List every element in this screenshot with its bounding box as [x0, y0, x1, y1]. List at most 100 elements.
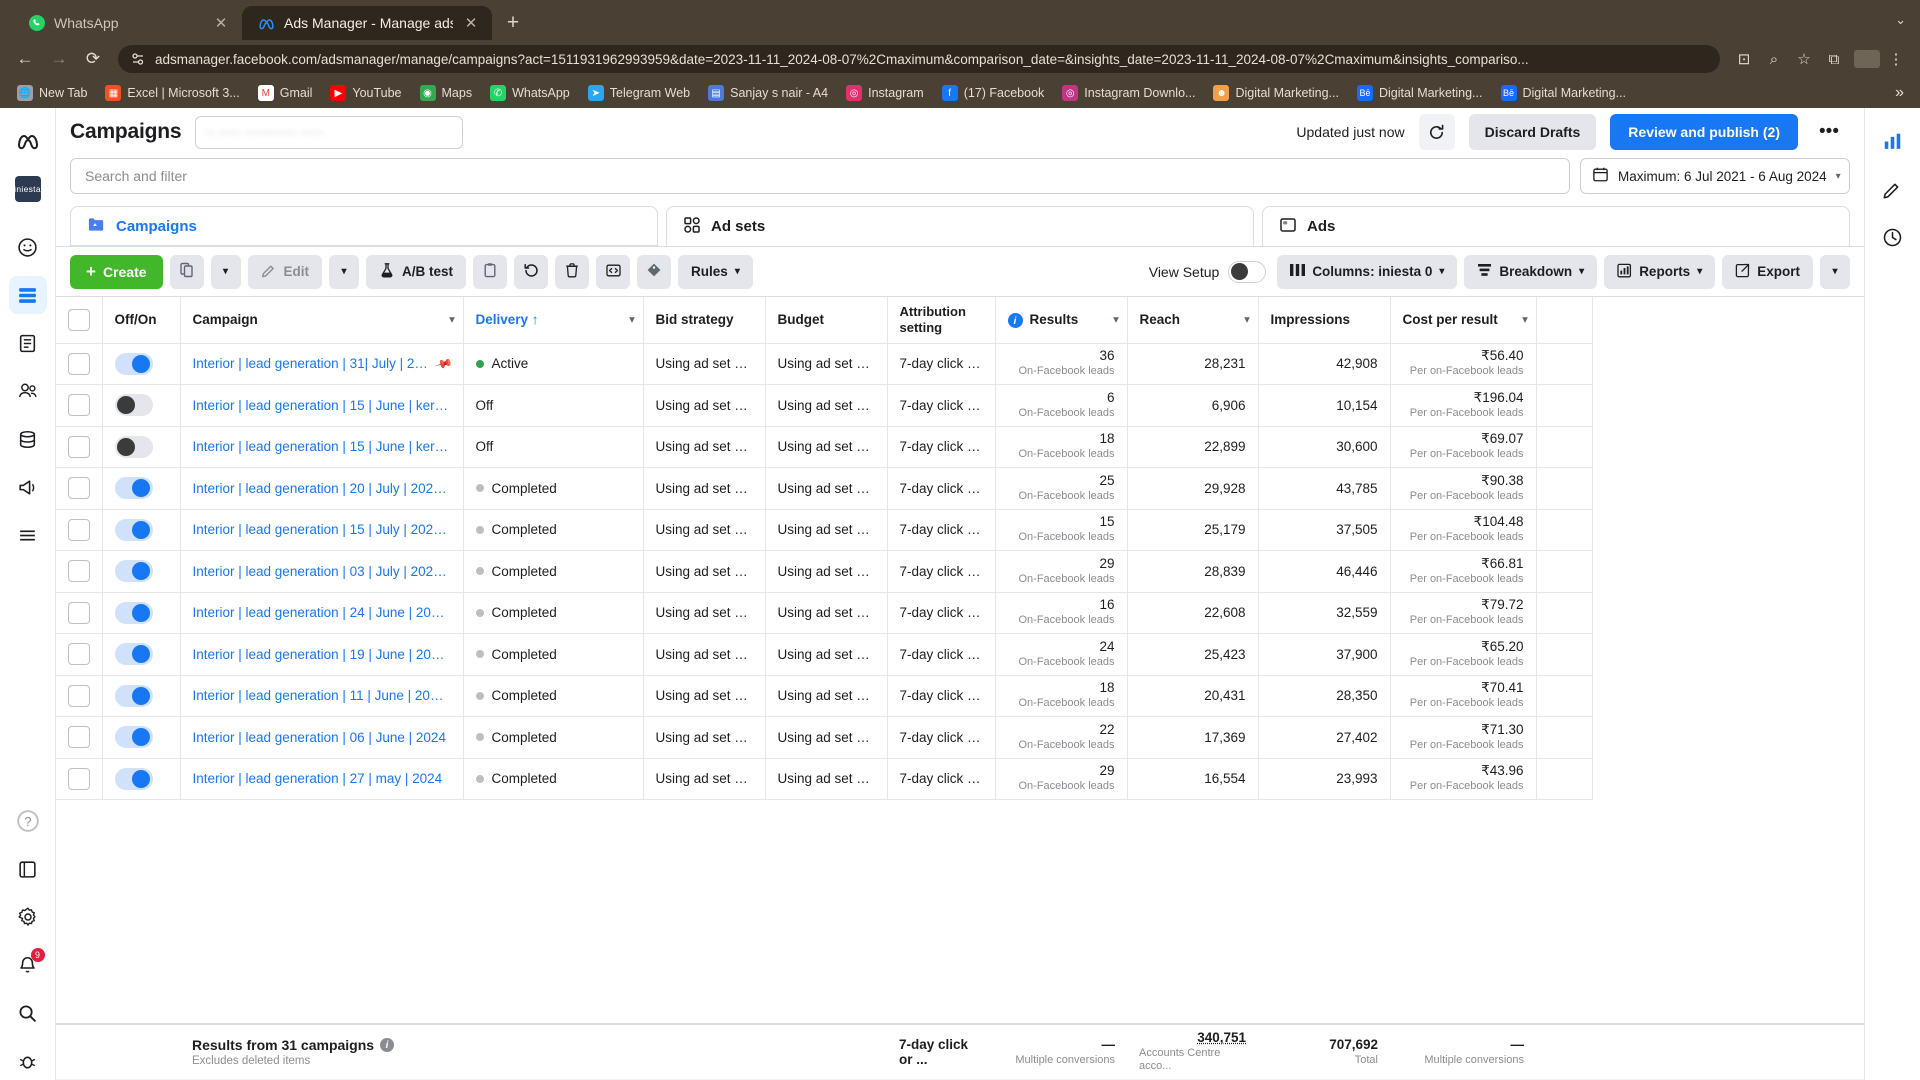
row-select-cell[interactable]	[56, 675, 103, 717]
sidebar-item-advertise[interactable]	[9, 468, 47, 506]
reload-icon[interactable]: ⟳	[78, 44, 108, 74]
view-setup-toggle[interactable]	[1228, 260, 1267, 283]
back-icon[interactable]: ←	[10, 44, 40, 74]
browser-tab-ads-manager[interactable]: Ads Manager - Manage ads - ✕	[242, 6, 492, 40]
chevron-down-icon[interactable]: ▾	[1522, 314, 1527, 325]
row-toggle-cell[interactable]	[102, 675, 181, 717]
table-row[interactable]: Interior | lead generation | 31| July | …	[56, 343, 1593, 385]
row-checkbox[interactable]	[68, 518, 90, 541]
row-select-cell[interactable]	[56, 467, 103, 510]
row-select-cell[interactable]	[56, 592, 103, 634]
table-row[interactable]: Interior | lead generation | 27 | may | …	[56, 758, 1593, 800]
column-header-delivery[interactable]: Delivery ↑ ▾	[463, 297, 644, 344]
row-toggle-cell[interactable]	[102, 550, 181, 593]
campaign-on-off-toggle[interactable]	[114, 601, 153, 624]
tab-ads[interactable]: Ads	[1262, 206, 1850, 246]
info-icon[interactable]: i	[1007, 313, 1023, 328]
export-dropdown-button[interactable]: ▾	[1820, 254, 1850, 289]
forward-icon[interactable]: →	[44, 44, 74, 74]
tag-button[interactable]	[637, 254, 672, 289]
campaign-on-off-toggle[interactable]	[114, 643, 153, 666]
bookmark-item[interactable]: ▶ YouTube	[321, 81, 410, 105]
row-campaign-cell[interactable]: Interior | lead generation | 15 | June |…	[180, 426, 464, 468]
bookmark-item[interactable]: 🌐 New Tab	[8, 81, 96, 105]
row-select-cell[interactable]	[56, 509, 103, 551]
row-campaign-cell[interactable]: Interior | lead generation | 20 | July |…	[180, 467, 464, 510]
campaign-on-off-toggle[interactable]	[114, 518, 153, 541]
new-tab-button[interactable]: +	[498, 8, 528, 38]
export-button[interactable]: Export	[1722, 254, 1813, 289]
profile-avatar[interactable]	[1854, 50, 1880, 68]
chevron-down-icon[interactable]: ▾	[1113, 314, 1118, 325]
close-icon[interactable]: ✕	[462, 14, 480, 32]
table-row[interactable]: Interior | lead generation | 24 | June |…	[56, 592, 1593, 634]
campaign-on-off-toggle[interactable]	[114, 435, 153, 458]
campaign-on-off-toggle[interactable]	[114, 767, 153, 790]
row-toggle-cell[interactable]	[102, 384, 181, 427]
edit-button[interactable]: Edit	[247, 254, 323, 289]
pin-icon[interactable]: 📌	[433, 356, 450, 371]
row-toggle-cell[interactable]	[102, 509, 181, 551]
row-toggle-cell[interactable]	[102, 426, 181, 468]
row-toggle-cell[interactable]	[102, 592, 181, 634]
cast-icon[interactable]: ⊡	[1730, 45, 1758, 73]
table-row[interactable]: Interior | lead generation | 06 | June |…	[56, 716, 1593, 759]
search-icon[interactable]	[9, 994, 47, 1032]
row-checkbox[interactable]	[68, 726, 90, 749]
row-checkbox[interactable]	[68, 477, 90, 500]
tab-ad-sets[interactable]: Ad sets	[666, 206, 1254, 246]
bug-report-icon[interactable]	[9, 1042, 47, 1080]
campaign-name-link[interactable]: Interior | lead generation | 15 | June |…	[193, 398, 451, 413]
help-icon[interactable]: ?	[9, 802, 47, 840]
row-toggle-cell[interactable]	[102, 758, 181, 800]
close-icon[interactable]: ✕	[212, 14, 230, 32]
row-campaign-cell[interactable]: Interior | lead generation | 24 | June |…	[180, 592, 464, 634]
campaign-name-link[interactable]: Interior | lead generation | 15 | June |…	[193, 439, 451, 454]
row-toggle-cell[interactable]	[102, 467, 181, 510]
bookmark-item[interactable]: ◉ Maps	[411, 81, 482, 105]
breakdown-button[interactable]: Breakdown ▾	[1464, 254, 1598, 289]
column-header-campaign[interactable]: Campaign ▾	[180, 297, 464, 344]
account-avatar[interactable]: iniesta	[9, 170, 47, 208]
table-row[interactable]: Interior | lead generation | 03 | July |…	[56, 550, 1593, 593]
sidebar-item-audiences[interactable]	[9, 372, 47, 410]
sidebar-item-smiley[interactable]	[9, 228, 47, 266]
table-row[interactable]: Interior | lead generation | 15 | July |…	[56, 509, 1593, 551]
browser-tab-whatsapp[interactable]: WhatsApp ✕	[12, 6, 242, 40]
columns-button[interactable]: Columns: iniesta 0 ▾	[1277, 254, 1458, 289]
column-header-results[interactable]: i Results ▾	[995, 297, 1128, 344]
campaign-name-link[interactable]: Interior | lead generation | 11 | June |…	[193, 688, 451, 703]
export-share-button[interactable]	[596, 254, 631, 289]
bookmark-item[interactable]: Bē Digital Marketing...	[1348, 81, 1492, 105]
extensions-icon[interactable]: ⧉	[1820, 45, 1848, 73]
zoom-icon[interactable]: ⌕	[1760, 45, 1788, 73]
row-toggle-cell[interactable]	[102, 633, 181, 676]
campaign-name-link[interactable]: Interior | lead generation | 06 | June |…	[193, 730, 446, 745]
browser-menu-icon[interactable]: ⋮	[1882, 45, 1910, 73]
clipboard-button[interactable]	[473, 254, 508, 289]
campaign-on-off-toggle[interactable]	[114, 560, 153, 583]
delete-button[interactable]	[555, 254, 590, 289]
column-header-reach[interactable]: Reach ▾	[1127, 297, 1259, 344]
resources-book-icon[interactable]	[9, 850, 47, 888]
row-campaign-cell[interactable]: Interior | lead generation | 15 | July |…	[180, 509, 464, 551]
bookmark-item[interactable]: M Gmail	[249, 81, 322, 105]
more-options-icon[interactable]: •••	[1812, 114, 1846, 150]
row-select-cell[interactable]	[56, 343, 103, 385]
tab-campaigns[interactable]: Campaigns	[70, 206, 658, 246]
row-select-cell[interactable]	[56, 716, 103, 759]
campaign-on-off-toggle[interactable]	[114, 352, 153, 375]
table-row[interactable]: Interior | lead generation | 15 | June |…	[56, 426, 1593, 468]
row-checkbox[interactable]	[68, 394, 90, 417]
reports-button[interactable]: Reports ▾	[1604, 254, 1716, 289]
sidebar-item-all-tools[interactable]	[9, 516, 47, 554]
row-toggle-cell[interactable]	[102, 716, 181, 759]
bookmark-item[interactable]: ▦ Excel | Microsoft 3...	[96, 81, 248, 105]
edit-dropdown-button[interactable]: ▾	[329, 254, 360, 289]
bookmark-item[interactable]: f (17) Facebook	[933, 81, 1054, 105]
chart-icon[interactable]	[1874, 122, 1912, 160]
table-row[interactable]: Interior | lead generation | 20 | July |…	[56, 467, 1593, 510]
edit-icon[interactable]	[1874, 170, 1912, 208]
bookmarks-overflow-icon[interactable]: »	[1887, 84, 1912, 102]
campaign-name-link[interactable]: Interior | lead generation | 31| July | …	[193, 356, 430, 371]
